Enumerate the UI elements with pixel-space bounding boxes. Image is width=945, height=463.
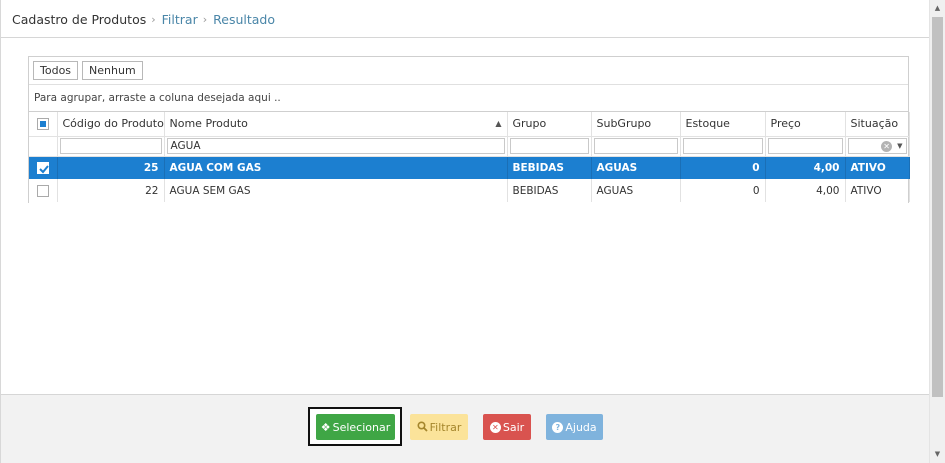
cell-nome: AGUA SEM GAS	[164, 179, 508, 202]
selecionar-label: Selecionar	[332, 420, 391, 434]
cell-nome: AGUA COM GAS	[164, 156, 508, 179]
column-header-nome[interactable]: Nome Produto ▲	[164, 112, 508, 137]
diamond-move-icon: ❖	[320, 420, 331, 434]
table-row[interactable]: 22 AGUA SEM GAS BEBIDAS AGUAS 0 4,00 ATI…	[29, 179, 910, 202]
ajuda-label: Ajuda	[565, 420, 597, 434]
cell-codigo: 25	[57, 156, 165, 179]
breadcrumb-resultado[interactable]: Resultado	[213, 12, 275, 27]
row-checkbox[interactable]	[36, 161, 49, 174]
filtrar-label: Filtrar	[429, 420, 462, 434]
cell-situacao: ATIVO	[845, 179, 910, 202]
row-checkbox[interactable]	[36, 184, 49, 197]
table-row[interactable]: 25 AGUA COM GAS BEBIDAS AGUAS 0 4,00 ATI…	[29, 156, 910, 179]
header-select-cell[interactable]	[29, 112, 58, 137]
cell-estoque: 0	[680, 156, 766, 179]
scroll-down-icon[interactable]: ▼	[930, 446, 945, 462]
search-icon	[417, 420, 428, 434]
column-header-nome-label: Nome Produto	[169, 117, 248, 131]
button-bar: ❖ Selecionar Filtrar ✕ Sair ? Ajuda	[1, 394, 930, 463]
close-circle-icon: ✕	[489, 421, 501, 433]
filter-preco-input[interactable]	[767, 138, 843, 154]
row-select-cell[interactable]	[29, 179, 58, 202]
breadcrumb-filtrar[interactable]: Filtrar	[162, 12, 198, 27]
chevron-right-icon: ›	[202, 12, 208, 26]
sair-button[interactable]: ✕ Sair	[483, 414, 531, 440]
select-none-button[interactable]: Nenhum	[82, 61, 143, 80]
dropdown-arrow-icon[interactable]: ▼	[897, 142, 902, 150]
select-all-checkbox[interactable]	[36, 118, 49, 131]
selecionar-button[interactable]: ❖ Selecionar	[316, 414, 395, 440]
cell-grupo: BEBIDAS	[507, 179, 592, 202]
help-circle-icon: ?	[552, 421, 564, 433]
ajuda-button[interactable]: ? Ajuda	[546, 414, 603, 440]
scroll-up-icon[interactable]: ▲	[930, 0, 945, 16]
selection-toolbar: Todos Nenhum	[29, 56, 908, 85]
sair-label: Sair	[502, 420, 525, 434]
filter-select-cell	[29, 136, 58, 157]
cell-subgrupo: AGUAS	[591, 156, 681, 179]
cell-subgrupo: AGUAS	[591, 179, 681, 202]
check-icon	[39, 165, 49, 174]
filter-subgrupo-input[interactable]	[593, 138, 678, 154]
filter-codigo-input[interactable]	[59, 138, 162, 154]
filter-estoque-input[interactable]	[682, 138, 763, 154]
filter-nome-input[interactable]: AGUA	[166, 138, 505, 154]
column-header-estoque[interactable]: Estoque	[680, 112, 766, 137]
header-row: Código do Produto Nome Produto ▲ Grupo Su…	[29, 112, 910, 137]
vertical-scrollbar[interactable]: ▲ ▼	[929, 0, 945, 463]
sort-ascending-icon: ▲	[495, 119, 502, 129]
cell-preco: 4,00	[765, 156, 846, 179]
column-header-codigo[interactable]: Código do Produto	[57, 112, 165, 137]
clear-filter-icon[interactable]: ✕	[881, 140, 893, 152]
filter-grupo-input[interactable]	[509, 138, 589, 154]
grid-table: Código do Produto Nome Produto ▲ Grupo Su…	[29, 112, 910, 202]
row-select-cell[interactable]	[29, 156, 58, 179]
cell-codigo: 22	[57, 179, 165, 202]
column-header-subgrupo[interactable]: SubGrupo	[591, 112, 681, 137]
cell-grupo: BEBIDAS	[507, 156, 592, 179]
breadcrumb: Cadastro de Produtos › Filtrar › Resulta…	[12, 11, 275, 27]
column-header-preco[interactable]: Preço	[765, 112, 846, 137]
column-header-situacao[interactable]: Situação	[845, 112, 910, 137]
filtrar-button[interactable]: Filtrar	[410, 414, 468, 440]
column-header-grupo[interactable]: Grupo	[507, 112, 592, 137]
dialog-frame: Cadastro de Produtos › Filtrar › Resulta…	[0, 0, 930, 463]
chevron-right-icon: ›	[151, 12, 156, 26]
filter-row: AGUA ✕ ▼	[29, 136, 910, 157]
divider	[1, 37, 930, 38]
cell-preco: 4,00	[765, 179, 846, 202]
group-panel[interactable]: Para agrupar, arraste a coluna desejada …	[29, 85, 908, 112]
cell-estoque: 0	[680, 179, 766, 202]
cell-situacao: ATIVO	[845, 156, 910, 179]
breadcrumb-root[interactable]: Cadastro de Produtos	[12, 12, 146, 27]
select-all-button[interactable]: Todos	[33, 61, 79, 80]
filter-situacao-select[interactable]: ✕ ▼	[847, 138, 907, 154]
products-grid: Todos Nenhum Para agrupar, arraste a col…	[28, 56, 910, 203]
scrollbar-thumb[interactable]	[932, 17, 943, 397]
